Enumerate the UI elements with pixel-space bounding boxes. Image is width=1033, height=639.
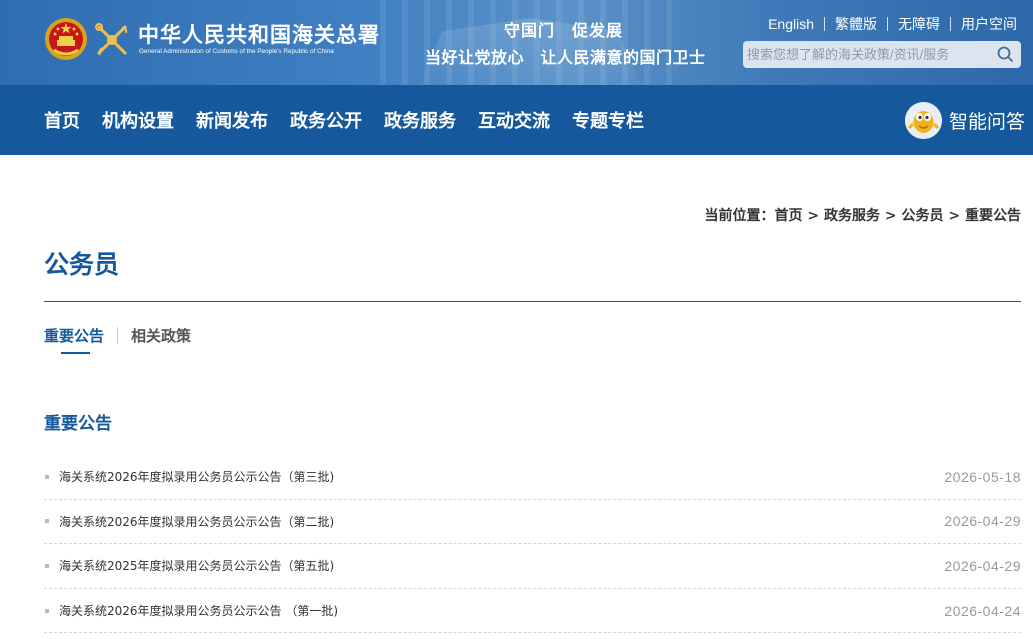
- nav-items: 首页 机构设置 新闻发布 政务公开 政务服务 互动交流 专题专栏: [44, 85, 666, 155]
- list-item-left: 海关系统2025年度拟录用公务员公示公告（第五批): [44, 557, 334, 574]
- search-input[interactable]: [743, 41, 988, 68]
- top-links: English 繁體版 无障碍 用户空间: [737, 14, 1027, 34]
- ai-assistant-avatar: [905, 101, 942, 139]
- breadcrumb: 当前位置：首页 > 政务服务 > 公务员 > 重要公告: [705, 205, 1021, 225]
- sub-tabs: 重要公告 相关政策: [44, 323, 191, 354]
- breadcrumb-civil-servants[interactable]: 公务员: [902, 208, 944, 224]
- ai-qa-label: 智能问答: [949, 110, 1026, 133]
- search-box: [743, 41, 1021, 68]
- list-item-title[interactable]: 海关系统2025年度拟录用公务员公示公告（第五批): [59, 557, 334, 574]
- tab-divider: [117, 326, 119, 344]
- national-emblem-icon[interactable]: [44, 16, 88, 62]
- list-item-title[interactable]: 海关系统2026年度拟录用公务员公示公告（第二批): [59, 513, 334, 530]
- news-list: 海关系统2026年度拟录用公务员公示公告（第三批) 2026-05-18 海关系…: [44, 455, 1021, 634]
- bullet-icon: [45, 608, 49, 613]
- breadcrumb-prefix: 当前位置：: [704, 208, 775, 224]
- breadcrumb-home[interactable]: 首页: [775, 208, 803, 224]
- link-user-space[interactable]: 用户空间: [951, 14, 1027, 34]
- assistant-mascot-icon: [905, 101, 942, 139]
- main-nav: 首页 机构设置 新闻发布 政务公开 政务服务 互动交流 专题专栏 智能问答: [0, 85, 1033, 155]
- breadcrumb-separator: >: [802, 208, 825, 224]
- tab-important-announcements[interactable]: 重要公告: [44, 325, 104, 354]
- list-item[interactable]: 海关系统2025年度拟录用公务员公示公告（第五批) 2026-04-29: [44, 544, 1021, 589]
- section-heading: 重要公告: [44, 414, 112, 434]
- list-item[interactable]: 海关系统2026年度拟录用公务员公示公告（第三批) 2026-05-18: [44, 455, 1021, 500]
- nav-item-interaction[interactable]: 互动交流: [478, 107, 550, 133]
- list-item-title[interactable]: 海关系统2026年度拟录用公务员公示公告 （第一批): [59, 602, 338, 619]
- list-item-date: 2026-04-29: [944, 513, 1021, 530]
- slogan-line-1: 守国门 促发展: [504, 21, 624, 40]
- breadcrumb-separator: >: [880, 208, 902, 224]
- slogan-line-2: 当好让党放心 让人民满意的国门卫士: [425, 48, 706, 67]
- breadcrumb-separator: >: [943, 208, 965, 224]
- link-accessibility[interactable]: 无障碍: [888, 14, 950, 34]
- title-divider: [44, 301, 1021, 302]
- list-item-date: 2026-04-29: [944, 557, 1021, 574]
- link-traditional-chinese[interactable]: 繁體版: [825, 14, 887, 34]
- nav-item-home[interactable]: 首页: [44, 107, 80, 133]
- nav-item-government-services[interactable]: 政务服务: [384, 107, 456, 133]
- nav-item-news[interactable]: 新闻发布: [196, 107, 268, 133]
- site-title[interactable]: 中华人民共和国海关总署: [138, 19, 380, 49]
- list-item[interactable]: 海关系统2026年度拟录用公务员公示公告（第二批) 2026-04-29: [44, 500, 1021, 545]
- link-english[interactable]: English: [758, 16, 824, 32]
- list-item-left: 海关系统2026年度拟录用公务员公示公告（第三批): [44, 468, 334, 485]
- ai-qa-button[interactable]: 智能问答: [905, 101, 1025, 139]
- customs-logo-icon[interactable]: [94, 22, 130, 58]
- site-header: 中华人民共和国海关总署 General Administration of Cu…: [0, 0, 1033, 85]
- list-item-date: 2026-04-24: [944, 602, 1021, 619]
- nav-item-organization[interactable]: 机构设置: [102, 107, 174, 133]
- list-item[interactable]: 海关系统2026年度拟录用公务员公示公告 （第一批) 2026-04-24: [44, 589, 1021, 634]
- list-item-left: 海关系统2026年度拟录用公务员公示公告 （第一批): [44, 602, 338, 619]
- breadcrumb-announcements[interactable]: 重要公告: [965, 208, 1021, 224]
- list-item-date: 2026-05-18: [944, 468, 1021, 485]
- bullet-icon: [45, 563, 49, 568]
- tab-related-policies[interactable]: 相关政策: [131, 325, 191, 346]
- page-title: 公务员: [44, 250, 120, 279]
- header-background-building: [380, 0, 680, 85]
- nav-item-special-topics[interactable]: 专题专栏: [572, 107, 644, 133]
- bullet-icon: [45, 474, 49, 479]
- list-item-title[interactable]: 海关系统2026年度拟录用公务员公示公告（第三批): [59, 468, 334, 485]
- bullet-icon: [45, 519, 49, 524]
- search-icon[interactable]: [997, 46, 1014, 63]
- list-item-left: 海关系统2026年度拟录用公务员公示公告（第二批): [44, 513, 334, 530]
- breadcrumb-government-services[interactable]: 政务服务: [824, 208, 880, 224]
- nav-item-government-affairs[interactable]: 政务公开: [290, 107, 362, 133]
- site-subtitle: General Administration of Customs of the…: [139, 48, 334, 55]
